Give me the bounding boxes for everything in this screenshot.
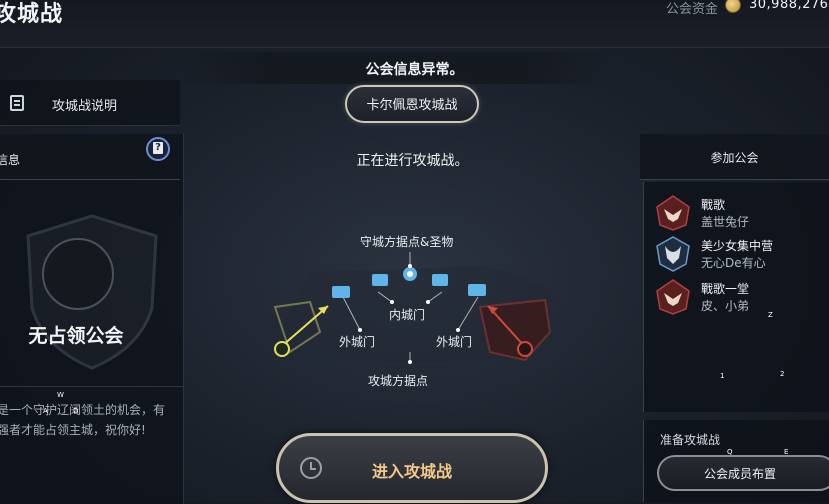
guild-name: 戰歌一堂 [701, 282, 750, 296]
guild-name: 美少女集中营 [701, 239, 774, 253]
key-hint-1: 1 [720, 372, 725, 380]
document-icon [10, 95, 24, 111]
guild-funds-label: 公会资金 [666, 2, 719, 17]
key-hint-a: A [43, 407, 48, 415]
eagle-emblem-icon [656, 279, 690, 315]
divider [0, 386, 184, 387]
prepare-siege-label: 准备攻城战 [660, 433, 721, 447]
battle-status: 正在进行攻城战。 [356, 153, 469, 169]
guild-row[interactable]: 戰歌一堂 皮、小弟 [656, 279, 829, 319]
key-hint-d: D [73, 407, 79, 415]
map-label-outer-gate-left: 外城门 [339, 335, 376, 349]
participating-guilds-title: 参加公会 [710, 151, 759, 165]
guild-leader: 皮、小弟 [701, 299, 750, 313]
enter-siege-label: 进入攻城战 [371, 462, 452, 481]
map-label-defense: 守城方据点&圣物 [360, 235, 454, 249]
page-title: 攻城战 [0, 2, 64, 27]
siege-help-label: 攻城战说明 [52, 99, 118, 114]
castle-info-title: 信息 [0, 153, 21, 167]
siege-description-tail: ! [141, 423, 146, 437]
bull-emblem-icon [656, 236, 690, 272]
siege-description: 是一个守护辽阔领土的机会，有强者才能占领主城，祝你好! [0, 400, 167, 440]
key-hint-2: 2 [780, 370, 785, 378]
guild-funds-value: 30,988,276 [749, 0, 829, 12]
owner-guild-text: 无占领公会 [28, 325, 124, 347]
map-label-outer-gate-right: 外城门 [436, 335, 473, 349]
notice-banner-text: 公会信息异常。 [365, 62, 464, 78]
member-layout-label: 公会成员布置 [703, 467, 776, 481]
help-book-icon[interactable]: ? [146, 137, 170, 161]
guild-leader: 盖世兔仔 [701, 215, 750, 229]
guild-leader: 无心De有心 [701, 256, 766, 270]
guild-row[interactable]: 戰歌 盖世兔仔 [656, 195, 829, 235]
map-label-inner-gate: 内城门 [389, 308, 426, 322]
key-hint-w: W [57, 391, 64, 399]
eagle-emblem-icon [656, 195, 690, 231]
guild-row[interactable]: 美少女集中营 无心De有心 [656, 236, 829, 276]
map-label-attack: 攻城方据点 [368, 374, 429, 388]
guild-name: 戰歌 [701, 198, 726, 212]
guild-emblem-placeholder [42, 238, 114, 310]
battle-name: 卡尔佩恩攻城战 [366, 98, 458, 113]
key-hint-z: Z [768, 311, 773, 319]
